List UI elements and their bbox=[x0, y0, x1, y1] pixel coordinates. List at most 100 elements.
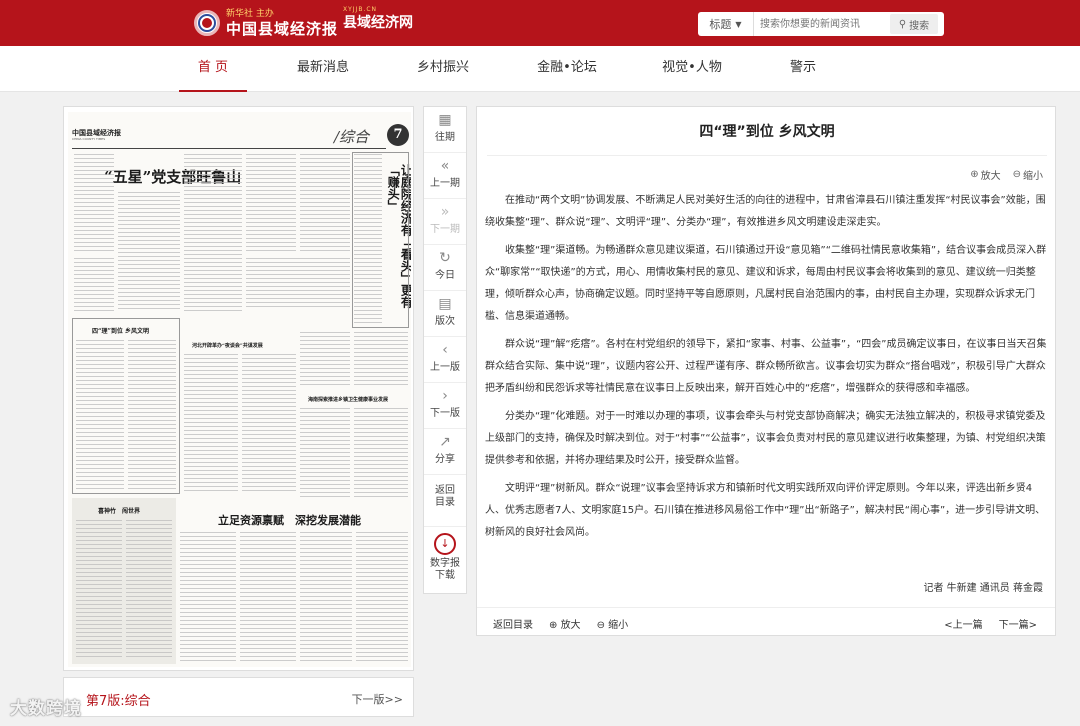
footer-zoom-out-button[interactable]: ⊖ 缩小 bbox=[597, 616, 629, 631]
article-title: 四“理”到位 乡风文明 bbox=[699, 124, 835, 140]
search-input[interactable] bbox=[754, 12, 890, 36]
text-block bbox=[128, 340, 176, 490]
paper-headline-box[interactable]: 喜神竹 闯世界 bbox=[98, 506, 140, 515]
tool-share[interactable]: ↗ 分享 bbox=[424, 429, 466, 475]
page-pager: 第7版:综合 下一版>> bbox=[63, 677, 414, 717]
text-block bbox=[246, 154, 296, 254]
double-chevron-left-icon: « bbox=[440, 158, 450, 174]
article-paragraph: 群众说“理”解“疙瘩”。各村在村党组织的领导下，紧扣“家事、村事、公益事”，“四… bbox=[485, 339, 1047, 394]
tool-prev-page[interactable]: ‹ 上一版 bbox=[424, 337, 466, 383]
zoom-in-icon: ⊕ bbox=[970, 169, 979, 180]
paper-headline-small2[interactable]: 河北开辟革办“夜谈会”共谋发展 bbox=[192, 342, 263, 349]
site-logo-secondary[interactable]: XYJJB.CN 县域经济网 bbox=[343, 7, 413, 31]
next-page-link[interactable]: 下一版>> bbox=[352, 691, 403, 707]
text-block bbox=[126, 520, 172, 660]
divider bbox=[487, 155, 1047, 156]
article-paragraph: 文明评“理”树新风。群众“说理”议事会坚持诉求方和镇新时代文明实践所双向评价评定… bbox=[485, 483, 1046, 538]
paper-masthead-en: CHINA COUNTY TIMES bbox=[72, 137, 106, 141]
nav-item-rural[interactable]: 乡村振兴 bbox=[408, 46, 478, 92]
tool-today[interactable]: ↻ 今日 bbox=[424, 245, 466, 291]
nav-item-latest[interactable]: 最新消息 bbox=[288, 46, 358, 92]
nav-item-warning[interactable]: 警示 bbox=[778, 46, 828, 92]
nav-item-visual[interactable]: 视觉•人物 bbox=[652, 46, 732, 92]
main-nav: 首 页 最新消息 乡村振兴 金融•论坛 视觉•人物 警示 bbox=[0, 46, 1080, 92]
tool-archive[interactable]: ▦ 往期 bbox=[424, 107, 466, 153]
text-block bbox=[242, 354, 296, 494]
tool-back-to-index[interactable]: 返回目录 bbox=[424, 475, 466, 527]
article-paragraph: 在推动“两个文明”协调发展、不断满足人民对美好生活的向往的进程中，甘肃省漳县石川… bbox=[485, 195, 1046, 228]
layout-icon: ▤ bbox=[438, 296, 452, 312]
tool-next-issue[interactable]: » 下一期 bbox=[424, 199, 466, 245]
tool-label: 数字报下载 bbox=[430, 558, 460, 581]
text-block bbox=[354, 332, 408, 388]
zoom-in-icon: ⊕ bbox=[549, 620, 561, 631]
search-button[interactable]: ⚲ 搜索 bbox=[890, 14, 938, 34]
article-body: 在推动“两个文明”协调发展、不断满足人民对美好生活的向往的进程中，甘肃省漳县石川… bbox=[485, 190, 1050, 550]
article-panel: 四“理”到位 乡风文明 ⊕ 放大 ⊖ 缩小 在推动“两个文明”协调发展、不断满足人民… bbox=[476, 106, 1056, 636]
tool-next-page[interactable]: › 下一版 bbox=[424, 383, 466, 429]
zoom-out-icon: ⊖ bbox=[596, 620, 609, 631]
text-block bbox=[74, 154, 114, 254]
tool-label: 分享 bbox=[435, 454, 455, 465]
top-bar: 新华社 主办 中国县域经济报 XYJJB.CN 县域经济网 标题 ▼ ⚲ 搜索 bbox=[0, 0, 1080, 46]
zoom-in-label: 放大 bbox=[980, 171, 1001, 182]
current-page-label: 第7版:综合 bbox=[86, 694, 151, 709]
article-paragraph: 收集整“理”渠道畅。为畅通群众意见建议渠道，石川镇通过开设“意见箱”“二维码社情… bbox=[485, 245, 1047, 322]
back-to-index-link[interactable]: 返回目录 bbox=[493, 616, 533, 631]
text-block bbox=[246, 258, 350, 308]
search-icon: ⚲ bbox=[898, 18, 907, 30]
text-block bbox=[300, 408, 350, 498]
tool-label: 往期 bbox=[435, 132, 455, 143]
article-paragraph: 分类办“理”化难题。对于一时难以办理的事项，议事会牵头与村党支部协商解决；确实无… bbox=[485, 411, 1046, 466]
text-block bbox=[184, 354, 238, 494]
logo2-title: 县域经济网 bbox=[343, 15, 413, 31]
watermark: 大数跨境 bbox=[10, 699, 82, 719]
zoom-out-label: 缩小 bbox=[1023, 171, 1043, 182]
newspaper-page-image[interactable]: 中国县域经济报 CHINA COUNTY TIMES /综合 7 “五星”党支部… bbox=[68, 112, 411, 667]
text-block bbox=[300, 154, 350, 254]
search-type-select[interactable]: 标题 ▼ bbox=[698, 12, 754, 36]
circle-right-icon: › bbox=[442, 388, 448, 404]
newspaper-page-viewer: 中国县域经济报 CHINA COUNTY TIMES /综合 7 “五星”党支部… bbox=[63, 106, 414, 671]
double-chevron-right-icon: » bbox=[440, 204, 450, 220]
share-icon: ↗ bbox=[439, 434, 451, 450]
tool-label: 下一版 bbox=[430, 408, 460, 419]
circle-left-icon: ‹ bbox=[442, 342, 448, 358]
logo-subtitle: 新华社 主办 bbox=[226, 8, 274, 19]
chevron-down-icon: ▼ bbox=[735, 19, 742, 29]
paper-headline-small3[interactable]: 海南探索推进乡镇卫生健康事业发展 bbox=[308, 396, 388, 403]
footer-zoom-in-button[interactable]: ⊕ 放大 bbox=[549, 616, 581, 631]
zoom-out-icon: ⊖ bbox=[1012, 169, 1021, 180]
tool-download[interactable]: ↓ 数字报下载 bbox=[424, 527, 466, 593]
paper-headline-bottom[interactable]: 立足资源禀赋 深挖发展潜能 bbox=[218, 512, 361, 528]
article-byline: 记者 牛新建 通讯员 蒋金霞 bbox=[923, 583, 1043, 594]
tool-label: 上一期 bbox=[430, 178, 460, 189]
zoom-controls: ⊕ 放大 ⊖ 缩小 bbox=[970, 167, 1043, 182]
site-logo[interactable]: 新华社 主办 中国县域经济报 bbox=[194, 6, 338, 40]
zoom-out-button[interactable]: ⊖ 缩小 bbox=[1013, 167, 1043, 182]
zoom-in-label: 放大 bbox=[560, 620, 581, 631]
zoom-in-button[interactable]: ⊕ 放大 bbox=[970, 167, 1000, 182]
logo-title: 中国县域经济报 bbox=[226, 19, 339, 38]
paper-page-number: 7 bbox=[387, 124, 409, 146]
tool-editions[interactable]: ▤ 版次 bbox=[424, 291, 466, 337]
tool-label: 返回目录 bbox=[435, 485, 455, 508]
search-box: 标题 ▼ ⚲ 搜索 bbox=[698, 12, 944, 36]
text-block bbox=[118, 192, 180, 312]
next-article-link[interactable]: 下一篇> bbox=[999, 616, 1037, 631]
search-button-label: 搜索 bbox=[909, 20, 930, 32]
nav-item-home[interactable]: 首 页 bbox=[179, 46, 247, 92]
prev-article-link[interactable]: <上一篇 bbox=[944, 616, 982, 631]
tool-label: 下一期 bbox=[430, 224, 460, 235]
tool-label: 版次 bbox=[435, 316, 455, 327]
zoom-out-label: 缩小 bbox=[608, 620, 629, 631]
tool-prev-issue[interactable]: « 上一期 bbox=[424, 153, 466, 199]
article-footer: 返回目录 ⊕ 放大 ⊖ 缩小 <上一篇 下一篇> bbox=[477, 607, 1055, 635]
text-block bbox=[300, 332, 350, 388]
text-block bbox=[356, 532, 408, 662]
nav-item-finance[interactable]: 金融•论坛 bbox=[527, 46, 607, 92]
paper-section-title: /综合 bbox=[334, 128, 370, 146]
paper-box bbox=[352, 152, 409, 328]
text-block bbox=[180, 532, 236, 662]
download-icon: ↓ bbox=[434, 533, 456, 555]
